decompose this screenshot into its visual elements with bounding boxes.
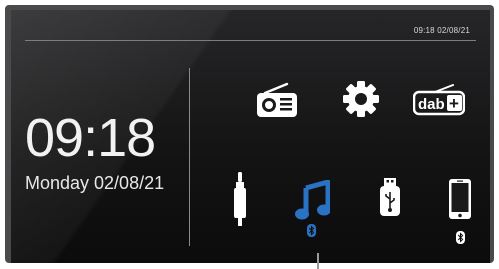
dab-radio-button[interactable]: dab + [413, 84, 465, 116]
dab-logo-text: dab [418, 96, 445, 113]
bluetooth-music-button[interactable] [294, 180, 330, 237]
usb-button[interactable] [379, 178, 401, 218]
dab-plus-text: + [449, 94, 459, 113]
phone-bluetooth-icon [456, 231, 465, 244]
fm-radio-button[interactable] [255, 82, 299, 118]
head-unit-screen: 09:18 02/08/21 09:18 Monday 02/08/21 dab… [11, 10, 490, 263]
bluetooth-icon [307, 224, 316, 237]
clock-date: Monday 02/08/21 [25, 173, 165, 193]
settings-button[interactable] [342, 80, 380, 118]
phone-icon [449, 179, 471, 219]
status-datetime: 09:18 02/08/21 [413, 26, 470, 35]
music-note-icon [295, 180, 330, 220]
top-divider [25, 40, 476, 41]
vertical-divider [189, 68, 190, 246]
aux-button[interactable] [233, 172, 247, 228]
aux-jack-icon [234, 172, 246, 226]
usb-stick-icon [380, 178, 400, 216]
pointer-line [317, 253, 319, 269]
radio-icon [257, 82, 297, 117]
gear-icon [343, 81, 379, 117]
clock-time: 09:18 [25, 108, 156, 168]
dab-radio-icon: dab + [413, 84, 465, 116]
phone-button[interactable] [448, 178, 472, 244]
